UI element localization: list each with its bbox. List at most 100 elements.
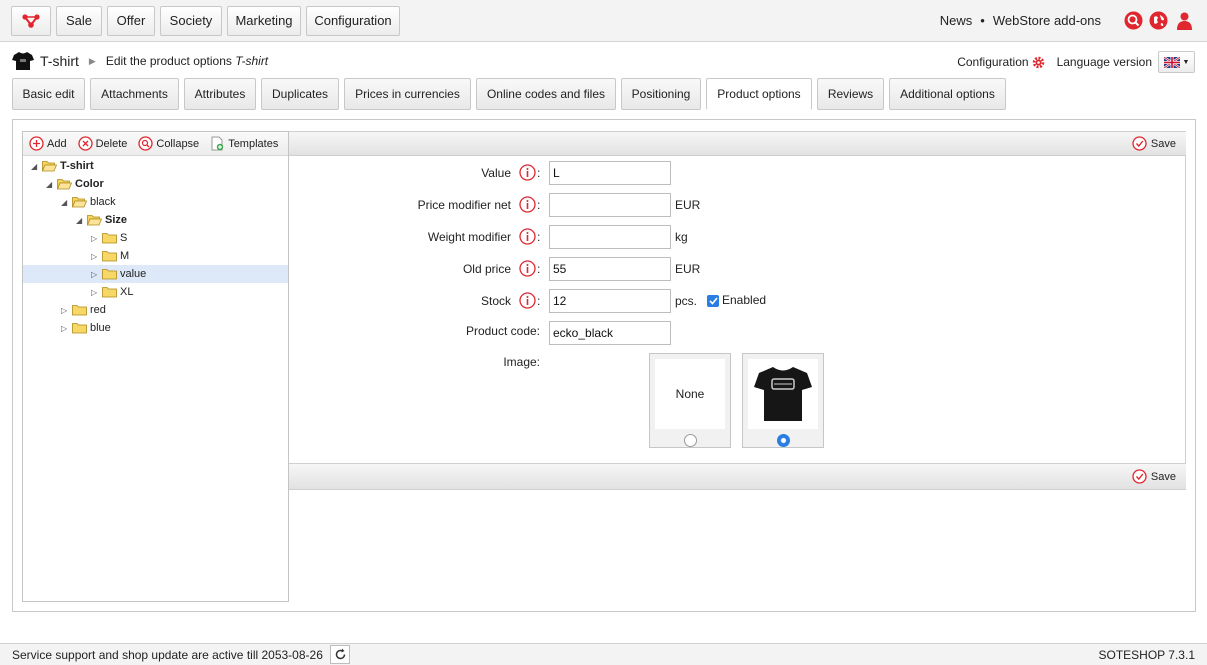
collapse-label: Collapse	[156, 137, 200, 150]
user-icon[interactable]	[1175, 11, 1194, 30]
expanded-arrow-icon[interactable]: ◢	[61, 198, 71, 207]
stock-input[interactable]	[549, 289, 671, 313]
product-code-input[interactable]	[549, 321, 671, 345]
nav-society[interactable]: Society	[160, 6, 222, 36]
form-header-bar: Save	[289, 131, 1186, 156]
breadcrumb-product-italic: T-shirt	[235, 54, 269, 68]
tab-online-codes[interactable]: Online codes and files	[476, 78, 616, 110]
breadcrumb: T-shirt ▶ Edit the product options T-shi…	[12, 48, 268, 74]
tree-node-label: black	[90, 196, 116, 208]
refresh-button[interactable]	[330, 645, 350, 664]
price-modifier-input[interactable]	[549, 193, 671, 217]
nav-marketing[interactable]: Marketing	[227, 6, 301, 36]
collapse-button[interactable]: Collapse	[138, 136, 199, 151]
old-price-input[interactable]	[549, 257, 671, 281]
configuration-link[interactable]: Configuration	[957, 55, 1028, 69]
image-label: Image:	[503, 355, 540, 369]
tree-toolbar: Add Delete Collapse Templates	[23, 132, 288, 156]
info-icon[interactable]	[519, 292, 536, 309]
collapsed-arrow-icon[interactable]: ▷	[91, 270, 101, 279]
image-none-label: None	[675, 387, 705, 401]
save-label: Save	[1150, 470, 1176, 483]
nav-offer[interactable]: Offer	[107, 6, 155, 36]
gear-icon[interactable]	[1032, 56, 1045, 69]
tab-additional-options[interactable]: Additional options	[889, 78, 1006, 110]
colon: :	[537, 262, 541, 276]
tab-product-options[interactable]: Product options	[706, 78, 812, 110]
tree-node[interactable]: ▷ value	[91, 265, 146, 283]
value-input[interactable]	[549, 161, 671, 185]
tree-node[interactable]: ◢ T-shirt	[31, 157, 94, 175]
home-logo-button[interactable]	[11, 6, 51, 36]
nav-sale[interactable]: Sale	[56, 6, 102, 36]
image-none-preview: None	[655, 359, 725, 429]
collapsed-arrow-icon[interactable]: ▷	[91, 252, 101, 261]
collapsed-arrow-icon[interactable]: ▷	[61, 324, 71, 333]
plus-circle-icon	[29, 136, 44, 151]
expanded-arrow-icon[interactable]: ◢	[31, 162, 41, 171]
tree-node[interactable]: ▷ blue	[61, 319, 111, 337]
tab-positioning[interactable]: Positioning	[621, 78, 701, 110]
add-button[interactable]: Add	[29, 136, 67, 151]
tree-node[interactable]: ◢ black	[61, 193, 116, 211]
image-option-tshirt[interactable]	[742, 353, 824, 448]
tab-attributes[interactable]: Attributes	[184, 78, 256, 110]
footer: Service support and shop update are acti…	[0, 643, 1207, 665]
search-icon[interactable]	[1124, 11, 1143, 30]
tree-node-label: blue	[90, 322, 111, 334]
templates-button[interactable]: Templates	[210, 136, 278, 151]
image-none-radio[interactable]	[684, 434, 697, 447]
expanded-arrow-icon[interactable]: ◢	[46, 180, 56, 189]
tree-node[interactable]: ◢ Color	[46, 175, 104, 193]
news-link[interactable]: News	[940, 13, 973, 28]
folder-open-icon	[42, 161, 57, 172]
globe-icon[interactable]	[1149, 11, 1168, 30]
breadcrumb-arrow-icon: ▶	[88, 55, 96, 66]
check-circle-icon	[1132, 136, 1147, 151]
breadcrumb-product[interactable]: T-shirt	[40, 53, 79, 69]
delete-button[interactable]: Delete	[77, 136, 127, 151]
collapse-search-icon	[138, 136, 154, 151]
templates-icon	[211, 136, 224, 151]
info-icon[interactable]	[519, 196, 536, 213]
tree-node[interactable]: ◢ Size	[76, 211, 127, 229]
info-icon[interactable]	[519, 228, 536, 245]
language-version-label: Language version	[1056, 55, 1152, 69]
delete-circle-icon	[77, 136, 93, 151]
enabled-checkbox[interactable]	[707, 295, 719, 307]
save-button-top[interactable]: Save	[1132, 136, 1176, 151]
nav-configuration[interactable]: Configuration	[306, 6, 400, 36]
folder-icon	[102, 269, 117, 280]
stock-label: Stock	[480, 294, 511, 308]
tree-node[interactable]: ▷ M	[91, 247, 129, 265]
folder-open-icon	[87, 215, 102, 226]
expanded-arrow-icon[interactable]: ◢	[76, 216, 86, 225]
info-icon[interactable]	[519, 260, 536, 277]
check-icon	[708, 297, 718, 305]
collapsed-arrow-icon[interactable]: ▷	[91, 234, 101, 243]
image-tshirt-radio[interactable]	[777, 434, 790, 447]
save-button-bottom[interactable]: Save	[1132, 469, 1176, 484]
info-icon[interactable]	[519, 164, 536, 181]
tab-duplicates[interactable]: Duplicates	[261, 78, 339, 110]
language-select[interactable]: ▼	[1158, 51, 1195, 73]
form-footer-bar: Save	[289, 463, 1186, 490]
tree-node[interactable]: ▷ S	[91, 229, 127, 247]
enabled-label: Enabled	[722, 293, 767, 307]
tab-prices-in-currencies[interactable]: Prices in currencies	[344, 78, 471, 110]
breadcrumb-action: Edit the product options	[105, 54, 232, 68]
tab-reviews[interactable]: Reviews	[817, 78, 884, 110]
tab-attachments[interactable]: Attachments	[90, 78, 179, 110]
colon: :	[537, 230, 541, 244]
weight-modifier-input[interactable]	[549, 225, 671, 249]
tree-node[interactable]: ▷ XL	[91, 283, 133, 301]
tab-basic-edit[interactable]: Basic edit	[12, 78, 85, 110]
header-right: Configuration Language version ▼	[957, 50, 1195, 74]
image-option-none[interactable]: None	[649, 353, 731, 448]
collapsed-arrow-icon[interactable]: ▷	[91, 288, 101, 297]
separator: •	[980, 13, 985, 28]
tree-node[interactable]: ▷ red	[61, 301, 106, 319]
collapsed-arrow-icon[interactable]: ▷	[61, 306, 71, 315]
webstore-addons-link[interactable]: WebStore add-ons	[993, 13, 1101, 28]
uk-flag-icon	[1163, 56, 1180, 68]
